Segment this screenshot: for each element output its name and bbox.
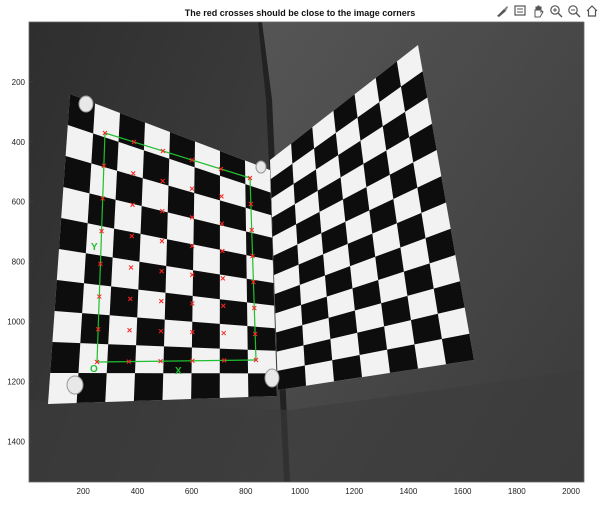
y-tick-label: 1400 [7,437,25,446]
y-tick-label: 800 [12,258,26,267]
checker-square [83,253,113,287]
checker-square [112,228,141,262]
checker-square [166,239,194,271]
checker-square [133,373,164,401]
checker-square [191,321,220,349]
y-tick-label: 400 [12,138,26,147]
checker-square [54,280,84,314]
y-tick-label: 600 [12,198,26,207]
camera-image [29,22,584,482]
checker-square [138,261,167,293]
x-tick-label: 1400 [399,487,417,496]
x-tick-label: 1600 [454,487,472,496]
x-direction-label: X [175,366,182,377]
x-tick-label: 1800 [508,487,526,496]
image-axes[interactable]: 200 400 600 800 1000 1200 1400 1600 1800 2000 200… [0,0,602,510]
checker-square [50,342,81,374]
x-tick-label: 200 [77,487,91,496]
x-tick-label: 2000 [562,487,580,496]
y-tick-label: 200 [12,78,26,87]
y-tick-label: 1200 [7,377,25,386]
checker-square [164,292,193,322]
x-tick-label: 1200 [345,487,363,496]
checker-square [109,286,139,318]
checker-square [246,278,275,306]
y-direction-label: Y [91,242,98,253]
checker-square [441,333,474,365]
checker-square [80,313,110,345]
checker-square [106,344,137,374]
checker-square [247,326,276,351]
checker-square [192,270,220,300]
checker-square [59,218,88,254]
checker-square [219,299,248,327]
x-tick-label: 400 [131,487,145,496]
x-tick-label: 600 [185,487,199,496]
checker-square [191,373,220,399]
y-tick-label: 1000 [7,317,25,326]
x-tick-label: 800 [239,487,253,496]
origin-label: O [90,364,98,375]
x-tick-label: 1000 [291,487,309,496]
